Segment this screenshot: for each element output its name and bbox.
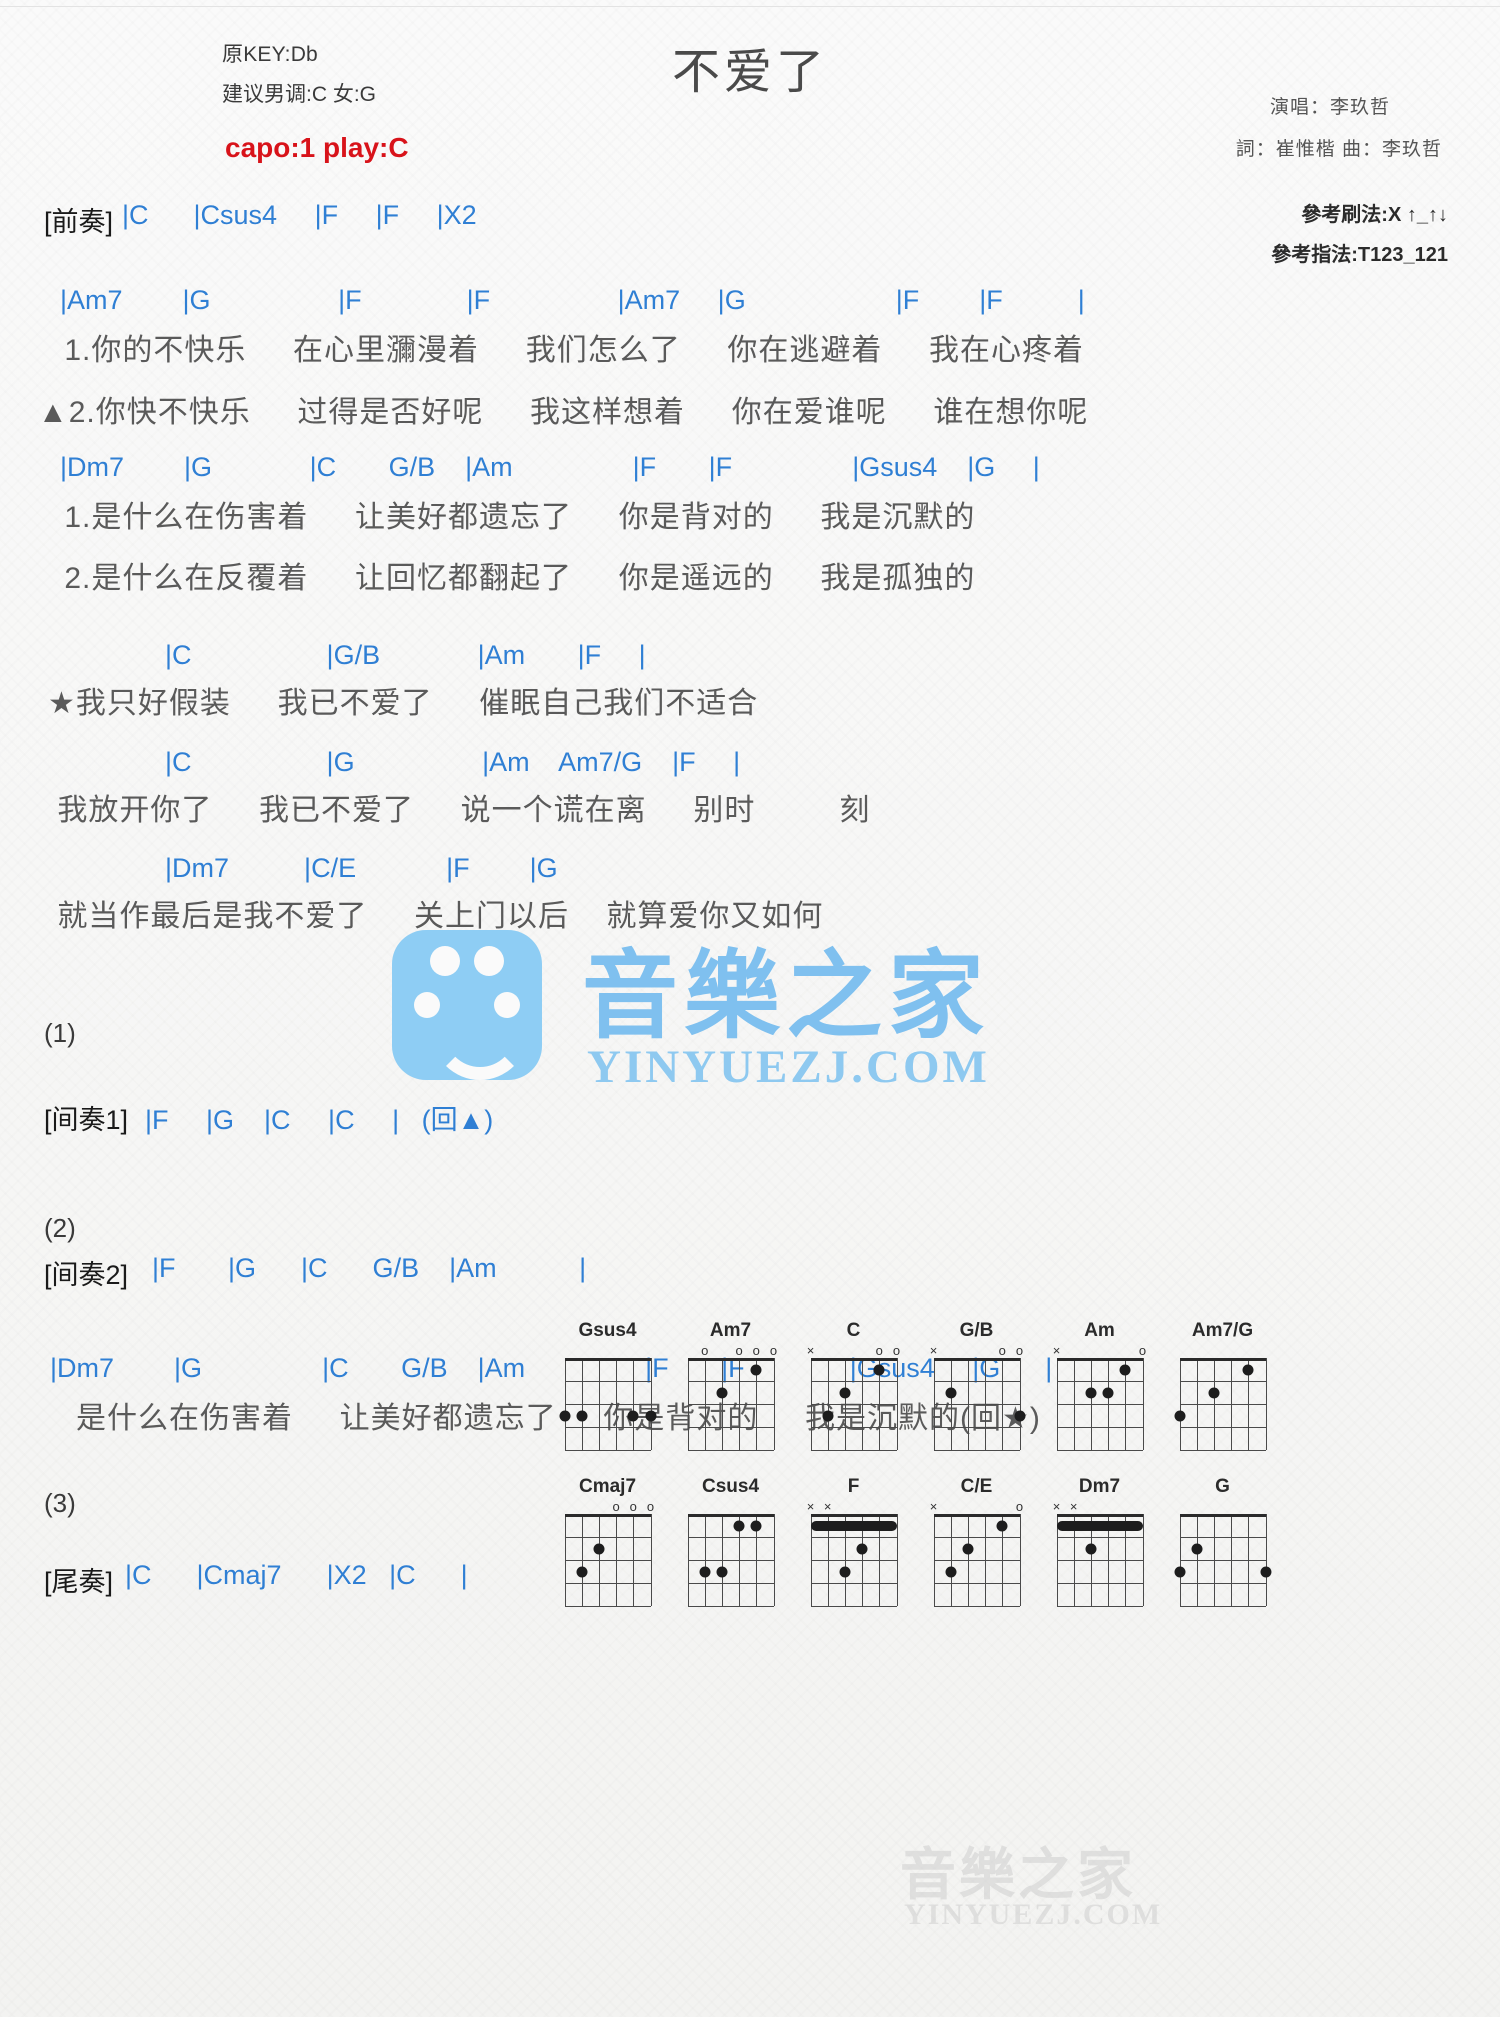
- interlude1-chords: |F |G |C |C | (回▲): [145, 1105, 494, 1135]
- intro-label: [前奏]: [44, 207, 114, 237]
- chord-diagram-name: Gsus4: [578, 1320, 637, 1341]
- chord-open-mute-marks: [1175, 1500, 1270, 1514]
- chord-diagram: F × ×: [806, 1476, 901, 1607]
- chord-diagram: C/E × o: [929, 1476, 1024, 1607]
- verse1-lyric-2: ▲2.你快不快乐 过得是否好呢 我这样想着 你在爱谁呢 谁在想你呢: [38, 396, 1089, 429]
- chord-diagram: Csus4: [683, 1476, 778, 1607]
- chord-open-mute-marks: [560, 1344, 655, 1358]
- chord-open-mute-marks: oooo: [701, 1343, 778, 1358]
- chord-fretboard: [1174, 1358, 1267, 1451]
- chord-diagram-name: Am: [1084, 1320, 1115, 1341]
- chorus-lyric-1: ★我只好假装 我已不爱了 催眠自己我们不适合: [48, 687, 759, 720]
- verse1-chords-1: |Am7 |G |F |F |Am7 |G |F |F |: [60, 285, 1085, 315]
- chord-fretboard: [1056, 1358, 1144, 1451]
- chord-diagram: Cmaj7 o o o: [560, 1476, 655, 1607]
- interlude1-label: [间奏1]: [44, 1105, 129, 1135]
- capo-info: capo:1 play:C: [225, 132, 409, 163]
- chord-diagram-name: G/B: [959, 1320, 994, 1341]
- chord-fretboard: [810, 1358, 898, 1451]
- chord-diagram: C × o o: [806, 1320, 901, 1451]
- verse1-lyric-4: 2.是什么在反覆着 让回忆都翻起了 你是遥远的 我是孤独的: [55, 562, 976, 595]
- chord-fretboard: [1056, 1514, 1144, 1607]
- chord-fretboard: [564, 1514, 652, 1607]
- chord-diagram-name: Dm7: [1078, 1476, 1121, 1497]
- chord-diagram: G: [1174, 1476, 1271, 1607]
- chord-open-mute-marks: × ×: [1052, 1499, 1078, 1514]
- chord-diagram: Am × o: [1052, 1320, 1147, 1451]
- chord-diagram-name: C/E: [960, 1476, 993, 1497]
- outro-label: [尾奏]: [44, 1567, 114, 1597]
- chorus-lyric-3: 就当作最后是我不爱了 关上门以后 就算爱你又如何: [48, 900, 824, 933]
- chorus-chords-2: |C |G |Am Am7/G |F |: [60, 747, 741, 777]
- chord-diagram: Dm7 × ×: [1052, 1476, 1147, 1607]
- chord-diagram-name: C: [846, 1320, 861, 1341]
- verse1-chords-2: |Dm7 |G |C G/B |Am |F |F |Gsus4 |G |: [60, 452, 1040, 482]
- chord-diagram: Gsus4: [559, 1320, 656, 1451]
- chorus-chords-1: |C |G/B |Am |F |: [60, 640, 646, 670]
- chorus-chords-3: |Dm7 |C/E |F |G: [60, 853, 558, 883]
- chord-fretboard: [933, 1358, 1025, 1451]
- chord-open-mute-marks: [1175, 1344, 1270, 1358]
- chord-fretboard: [687, 1358, 775, 1451]
- chord-open-mute-marks: [683, 1500, 778, 1514]
- chord-fretboard: [1174, 1514, 1271, 1607]
- chord-diagram-name: Am7/G: [1191, 1320, 1254, 1341]
- chord-diagram-row: Gsus4 Am7 o o o o C × o o G/B × o o Am × o Am7/G: [559, 1320, 1460, 1451]
- chord-diagram: G/B × o o: [929, 1320, 1025, 1451]
- verse1-lyric-1: 1.你的不快乐 在心里瀰漫着 我们怎么了 你在逃避着 我在心疼着: [55, 334, 1085, 367]
- chord-fretboard: [810, 1514, 898, 1607]
- intro-chords: |C |Csus4 |F |F |X2: [122, 200, 477, 230]
- interlude2-chords: |F |G |C G/B |Am |: [152, 1253, 587, 1283]
- section-number-2: (2): [44, 1213, 76, 1243]
- fingerstyle-reference: 參考指法:T123_121: [1271, 244, 1448, 266]
- section-number-1: (1): [44, 1018, 76, 1048]
- chord-diagram-name: G: [1215, 1476, 1230, 1497]
- chord-fretboard: [687, 1514, 775, 1607]
- chord-diagram-name: Csus4: [701, 1476, 760, 1497]
- chord-diagram: Am7/G: [1174, 1320, 1270, 1451]
- chord-fretboard: [559, 1358, 656, 1451]
- chord-open-mute-marks: × o: [1052, 1343, 1147, 1358]
- top-divider: [0, 6, 1500, 7]
- chord-diagram: Am7 o o o o: [683, 1320, 778, 1451]
- strum-reference: 參考刷法:X ↑_↑↓: [1301, 204, 1448, 226]
- interlude2-label: [间奏2]: [44, 1260, 129, 1290]
- chord-diagram-panel: Gsus4 Am7 o o o o C × o o G/B × o o Am × o Am7/G Cmaj7 o o o…: [559, 1320, 1460, 1632]
- section-number-3: (3): [44, 1488, 76, 1518]
- chord-open-mute-marks: × ×: [806, 1499, 832, 1514]
- chorus-lyric-2: 我放开你了 我已不爱了 说一个谎在离 别时 刻: [48, 794, 871, 827]
- writer-credit: 詞：崔惟楷 曲：李玖哲: [1235, 139, 1442, 160]
- singer-credit: 演唱：李玖哲: [1269, 97, 1390, 118]
- chord-open-mute-marks: × o o: [929, 1343, 1024, 1358]
- chord-diagram-row: Cmaj7 o o o Csus4 F × × C/E × o Dm7 × × G: [560, 1476, 1460, 1607]
- chord-diagram-name: Am7: [709, 1320, 752, 1341]
- chord-open-mute-marks: ooo: [612, 1499, 655, 1514]
- chord-open-mute-marks: × o o: [806, 1343, 901, 1358]
- outro-chords: |C |Cmaj7 |X2 |C |: [125, 1560, 468, 1590]
- chord-fretboard: [933, 1514, 1021, 1607]
- chord-open-mute-marks: × o: [929, 1499, 1024, 1514]
- verse1-lyric-3: 1.是什么在伤害着 让美好都遗忘了 你是背对的 我是沉默的: [55, 501, 976, 534]
- chord-diagram-name: Cmaj7: [578, 1476, 637, 1497]
- chord-diagram-name: F: [847, 1476, 860, 1497]
